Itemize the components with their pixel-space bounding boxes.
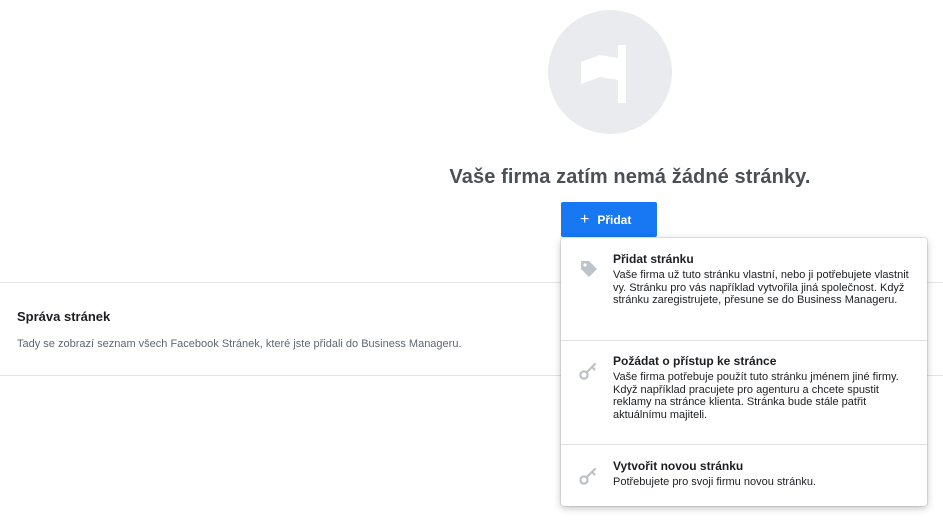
- menu-item-add-page[interactable]: Přidat stránku Vaše firma už tuto stránk…: [561, 252, 927, 347]
- key-icon: [579, 360, 599, 385]
- add-button-label: Přidat: [597, 212, 632, 227]
- key-icon: [579, 465, 599, 490]
- flag-icon: [581, 45, 626, 103]
- empty-state-title: Vaše firma zatím nemá žádné stránky.: [449, 166, 811, 188]
- add-button[interactable]: + Přidat: [561, 202, 657, 237]
- menu-item-description: Potřebujete pro svoji firmu novou stránk…: [613, 476, 816, 488]
- section-title: Správa stránek: [17, 309, 111, 324]
- add-page-dropdown-menu: Přidat stránku Vaše firma už tuto stránk…: [561, 238, 927, 506]
- menu-item-create-page[interactable]: Vytvořit novou stránku Potřebujete pro s…: [561, 459, 927, 495]
- menu-item-title: Požádat o přístup ke stránce: [613, 354, 777, 368]
- menu-item-request-access[interactable]: Požádat o přístup ke stránce Vaše firma …: [561, 354, 927, 446]
- menu-item-title: Vytvořit novou stránku: [613, 459, 744, 473]
- menu-item-description: Vaše firma už tuto stránku vlastní, nebo…: [613, 269, 909, 306]
- menu-separator: [561, 444, 927, 445]
- flag-illustration: [548, 10, 672, 134]
- menu-item-title: Přidat stránku: [613, 252, 694, 266]
- menu-separator: [561, 340, 927, 341]
- plus-icon: +: [580, 210, 590, 228]
- menu-item-description: Vaše firma potřebuje použít tuto stránku…: [613, 371, 899, 421]
- tag-icon: [579, 259, 599, 284]
- section-description: Tady se zobrazí seznam všech Facebook St…: [17, 338, 462, 350]
